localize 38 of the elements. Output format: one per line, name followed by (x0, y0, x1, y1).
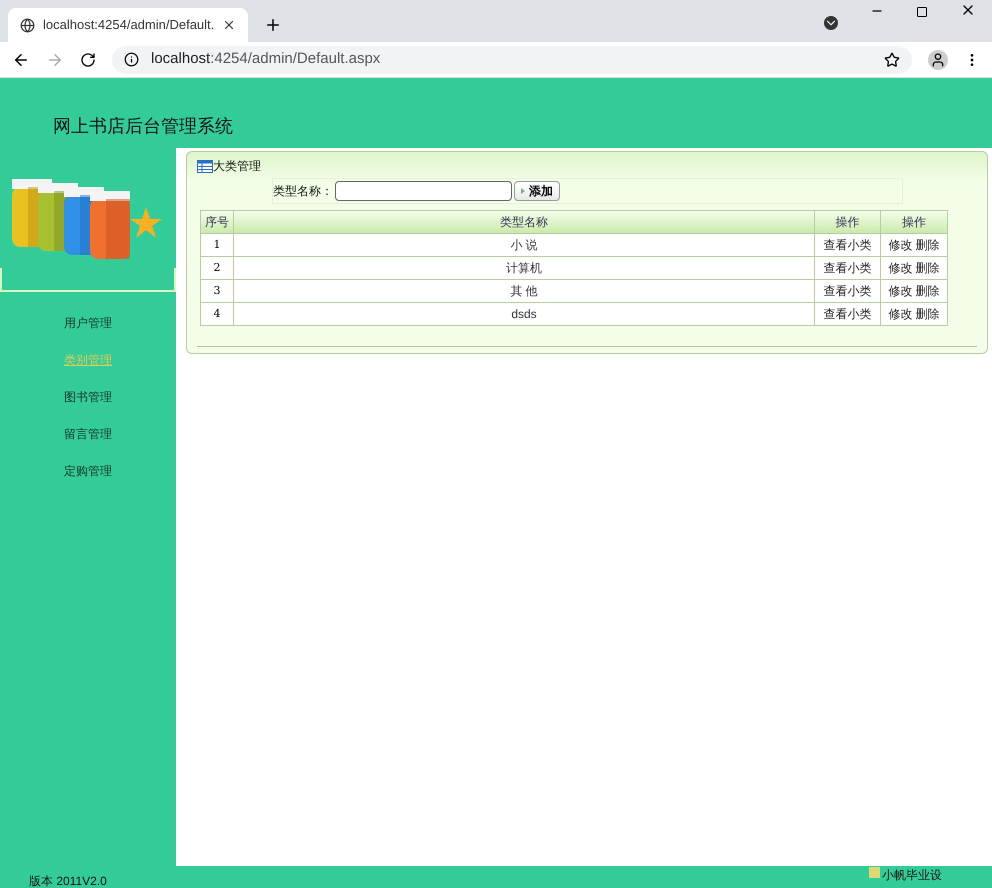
site-title: 网上书店后台管理系统 (53, 115, 233, 138)
dropdown-icon[interactable] (824, 16, 838, 30)
delete-link[interactable]: 删除 (916, 238, 940, 252)
url-text: localhost:4254/admin/Default.aspx (151, 49, 382, 70)
maximize-icon[interactable] (916, 6, 928, 18)
sidebar-link[interactable]: 图书管理 (64, 378, 112, 415)
sidebar-link[interactable]: 用户管理 (64, 304, 112, 341)
sidebar-link[interactable]: 留言管理 (64, 415, 112, 452)
arrow-icon (521, 188, 525, 194)
input-field[interactable] (335, 181, 512, 201)
credit-text: 小帆毕业设 (882, 867, 942, 884)
delete-link[interactable]: 删除 (916, 261, 940, 275)
bookmark-star-icon[interactable] (884, 52, 900, 68)
new-tab-icon[interactable] (264, 16, 282, 34)
delete-link[interactable]: 删除 (916, 307, 940, 321)
table-cell: 4 (200, 302, 234, 326)
profile-icon[interactable] (928, 50, 948, 70)
edit-link[interactable]: 修改 (888, 284, 912, 298)
edit-link[interactable]: 修改 (888, 261, 912, 275)
column-header: 序号 (200, 210, 234, 234)
browser-tab[interactable]: localhost:4254/admin/Default. (8, 8, 248, 42)
form-label: 类型名称： (273, 183, 333, 200)
table-icon (197, 160, 213, 172)
sidebar-link[interactable]: 定购管理 (64, 452, 112, 489)
table-cell: dsds (234, 302, 814, 326)
column-header: 类型名称 (234, 210, 814, 234)
address-bar[interactable]: localhost:4254/admin/Default.aspx (112, 46, 912, 74)
delete-link[interactable]: 删除 (916, 284, 940, 298)
info-icon (124, 52, 139, 67)
reload-icon[interactable] (80, 52, 96, 68)
help-icon (869, 867, 880, 878)
panel-title: 大类管理 (213, 158, 261, 175)
globe-icon (20, 18, 35, 32)
edit-link[interactable]: 修改 (888, 307, 912, 321)
add-button[interactable]: 添加 (514, 181, 560, 201)
version-text: 版本 2011V2.0 (29, 874, 107, 888)
edit-link[interactable]: 修改 (888, 238, 912, 252)
close-icon[interactable] (222, 18, 236, 32)
